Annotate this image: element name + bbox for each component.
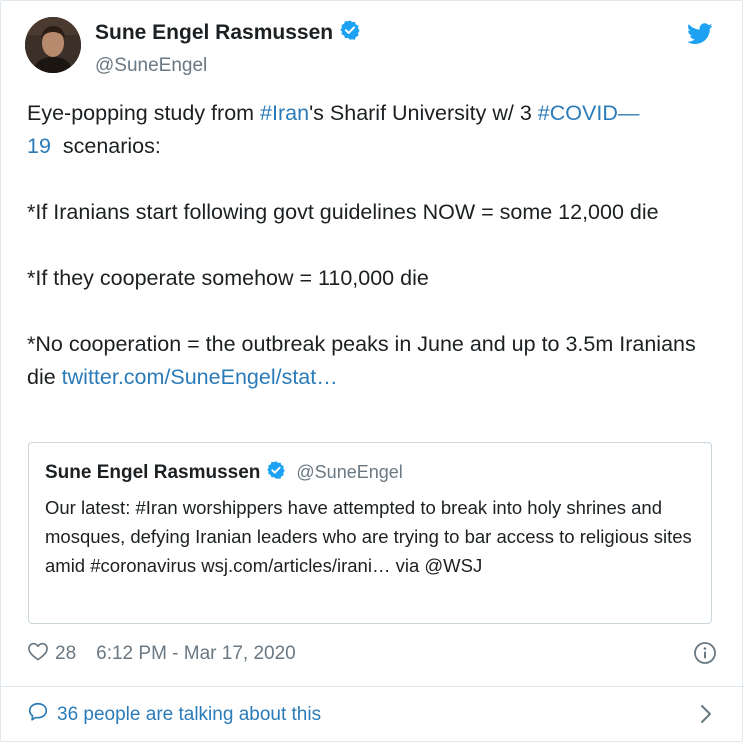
- info-icon[interactable]: [693, 641, 717, 670]
- speech-bubble-icon: [27, 701, 49, 729]
- tweet-meta: 28 6:12 PM - Mar 17, 2020: [27, 641, 717, 667]
- tweet-card: Sune Engel Rasmussen @SuneEngel Eye-popp…: [0, 0, 744, 742]
- chevron-right-icon[interactable]: [699, 703, 713, 730]
- quoted-text: Our latest: #Iran worshippers have attem…: [45, 497, 692, 576]
- like-count[interactable]: 28: [55, 643, 76, 665]
- quoted-author-name: Sune Engel Rasmussen: [45, 461, 261, 483]
- avatar[interactable]: [25, 17, 81, 73]
- conversation-footer[interactable]: 36 people are talking about this: [27, 701, 717, 729]
- author-name[interactable]: Sune Engel Rasmussen: [95, 21, 333, 45]
- author-handle[interactable]: @SuneEngel: [95, 55, 361, 77]
- quoted-author-handle: @SuneEngel: [296, 462, 403, 482]
- talking-label[interactable]: 36 people are talking about this: [57, 704, 321, 726]
- tweet-header: Sune Engel Rasmussen @SuneEngel: [25, 17, 725, 77]
- tweet-text: Eye-popping study from #Iran's Sharif Un…: [27, 97, 717, 394]
- tweet-text-segment: Eye-popping study from: [27, 101, 261, 125]
- timestamp[interactable]: 6:12 PM - Mar 17, 2020: [96, 643, 296, 665]
- tweet-paragraph: *If they cooperate somehow = 110,000 die: [27, 266, 429, 290]
- author-block: Sune Engel Rasmussen @SuneEngel: [95, 19, 361, 77]
- tweet-text-segment: 's Sharif University w/ 3: [309, 101, 538, 125]
- tweet-link[interactable]: twitter.com/SuneEngel/stat…: [62, 365, 338, 389]
- twitter-bird-icon[interactable]: [687, 23, 713, 50]
- divider: [1, 686, 744, 687]
- like-control[interactable]: 28: [27, 641, 76, 667]
- hashtag-covid-part[interactable]: 19: [27, 134, 51, 158]
- verified-badge-icon: [339, 19, 361, 46]
- tweet-text-segment: scenarios:: [50, 134, 161, 158]
- tweet-paragraph: *If Iranians start following govt guidel…: [27, 200, 659, 224]
- hashtag-covid-part[interactable]: #COVID—: [538, 101, 640, 125]
- quoted-tweet[interactable]: Sune Engel Rasmussen @SuneEngel Our late…: [28, 442, 712, 624]
- heart-icon[interactable]: [27, 641, 49, 667]
- verified-badge-icon: [266, 460, 286, 485]
- hashtag-iran[interactable]: #Iran: [260, 101, 309, 125]
